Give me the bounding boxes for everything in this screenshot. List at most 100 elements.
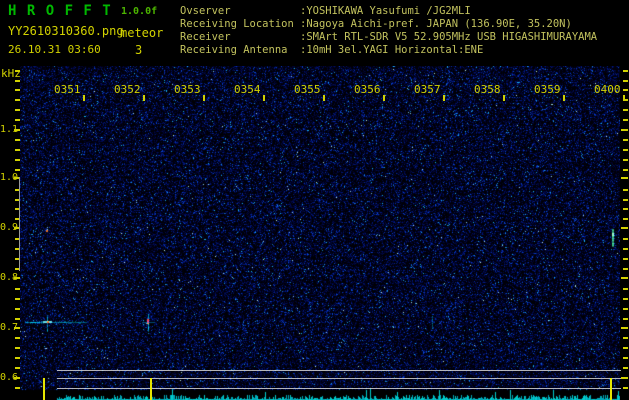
time-tick-mark [203, 95, 205, 101]
time-tick-mark [623, 95, 625, 101]
hrofft-window: H R O F F T 1.0.0f YY2610310360.png mete… [0, 0, 629, 400]
info-label: Receiving Antenna [180, 44, 288, 56]
reference-line [57, 378, 621, 379]
freq-minor-tick-right [623, 238, 628, 240]
freq-minor-tick-left [15, 347, 20, 349]
freq-minor-tick-left [15, 109, 20, 111]
freq-minor-tick-right [623, 387, 628, 389]
freq-minor-tick-left [15, 337, 20, 339]
freq-minor-tick-left [15, 387, 20, 389]
info-row: Receiver :SMArt RTL-SDR V5 52.905MHz USB … [180, 31, 597, 44]
time-tick-mark [143, 95, 145, 101]
freq-minor-tick-right [623, 308, 628, 310]
freq-minor-tick-right [623, 367, 628, 369]
freq-minor-tick-left [15, 159, 20, 161]
freq-minor-tick-left [15, 149, 20, 151]
freq-minor-tick-right [623, 189, 628, 191]
freq-minor-tick-right [623, 218, 628, 220]
freq-minor-tick-right [623, 70, 628, 72]
info-row: Ovserver :YOSHIKAWA Yasufumi /JG2MLI [180, 5, 597, 18]
freq-unit-label: kHz [1, 67, 21, 80]
freq-minor-tick-right [623, 357, 628, 359]
info-label: Receiver [180, 31, 231, 43]
freq-minor-tick-right [623, 288, 628, 290]
freq-minor-tick-right [623, 208, 628, 210]
time-tick-label: 0356 [354, 83, 381, 96]
freq-minor-tick-right [623, 318, 628, 320]
meteor-count: 3 [135, 43, 143, 57]
freq-minor-tick-left [15, 367, 20, 369]
time-tick-mark [383, 95, 385, 101]
freq-major-tick-right [621, 129, 628, 131]
meteor-event-marker [150, 378, 152, 400]
freq-minor-tick-left [15, 89, 20, 91]
freq-major-tick-left [14, 377, 20, 379]
time-tick-label: 0352 [114, 83, 141, 96]
freq-minor-tick-right [623, 258, 628, 260]
freq-major-tick-left [14, 327, 20, 329]
time-tick-label: 0353 [174, 83, 201, 96]
freq-minor-tick-right [623, 149, 628, 151]
freq-tick-label: 1.0 [0, 172, 19, 183]
freq-minor-tick-right [623, 298, 628, 300]
freq-minor-tick-right [623, 159, 628, 161]
receiver-info: Ovserver:YOSHIKAWA Yasufumi /JG2MLI Recei… [180, 5, 597, 57]
freq-minor-tick-left [15, 70, 20, 72]
freq-minor-tick-left [15, 308, 20, 310]
freq-minor-tick-left [15, 169, 20, 171]
freq-tick-label: 0.9 [0, 222, 19, 233]
freq-major-tick-right [621, 227, 628, 229]
freq-minor-tick-right [623, 89, 628, 91]
info-value: :SMArt RTL-SDR V5 52.905MHz USB HIGASHIM… [300, 31, 598, 43]
freq-minor-tick-right [623, 347, 628, 349]
info-label: Ovserver [180, 5, 231, 17]
freq-major-tick-right [621, 327, 628, 329]
info-label: Receiving Location [180, 18, 294, 30]
freq-minor-tick-right [623, 139, 628, 141]
freq-tick-label: 1.1 [0, 124, 19, 135]
info-value: :10mH 3el.YAGI Horizontal:ENE [300, 44, 484, 56]
meteor-event-marker [43, 378, 45, 400]
freq-minor-tick-left [15, 298, 20, 300]
reference-line [57, 388, 621, 389]
freq-major-tick-left [14, 277, 20, 279]
freq-minor-tick-left [15, 99, 20, 101]
time-tick-mark [443, 95, 445, 101]
time-tick-label: 0400 [594, 83, 621, 96]
time-tick-label: 0357 [414, 83, 441, 96]
freq-tick-label: 0.6 [0, 372, 19, 383]
time-tick-label: 0354 [234, 83, 261, 96]
left-edge-scale-line [19, 177, 20, 271]
freq-minor-tick-right [623, 248, 628, 250]
freq-minor-tick-right [623, 169, 628, 171]
time-tick-mark [263, 95, 265, 101]
app-version: 1.0.0f [121, 6, 158, 17]
freq-minor-tick-right [623, 80, 628, 82]
time-tick-label: 0359 [534, 83, 561, 96]
freq-minor-tick-right [623, 268, 628, 270]
meteor-event-marker [610, 378, 612, 400]
time-tick-mark [503, 95, 505, 101]
freq-minor-tick-left [15, 288, 20, 290]
freq-minor-tick-left [15, 139, 20, 141]
info-row: Receiving Antenna :10mH 3el.YAGI Horizont… [180, 44, 597, 57]
time-tick-label: 0358 [474, 83, 501, 96]
info-value: :Nagoya Aichi-pref. JAPAN (136.90E, 35.2… [300, 18, 572, 30]
spectrogram-canvas [20, 66, 620, 400]
freq-minor-tick-right [623, 337, 628, 339]
freq-minor-tick-left [15, 80, 20, 82]
info-value: :YOSHIKAWA Yasufumi /JG2MLI [300, 5, 471, 17]
freq-minor-tick-left [15, 318, 20, 320]
freq-tick-label: 0.8 [0, 272, 19, 283]
freq-major-tick-right [621, 377, 628, 379]
freq-minor-tick-right [623, 119, 628, 121]
time-tick-mark [83, 95, 85, 101]
output-filename: YY2610310360.png [8, 24, 124, 38]
freq-major-tick-left [14, 129, 20, 131]
freq-minor-tick-right [623, 199, 628, 201]
info-row: Receiving Location :Nagoya Aichi-pref. JA… [180, 18, 597, 31]
time-tick-mark [563, 95, 565, 101]
time-tick-mark [323, 95, 325, 101]
datetime-stamp: 26.10.31 03:60 [8, 43, 101, 56]
time-tick-label: 0351 [54, 83, 81, 96]
